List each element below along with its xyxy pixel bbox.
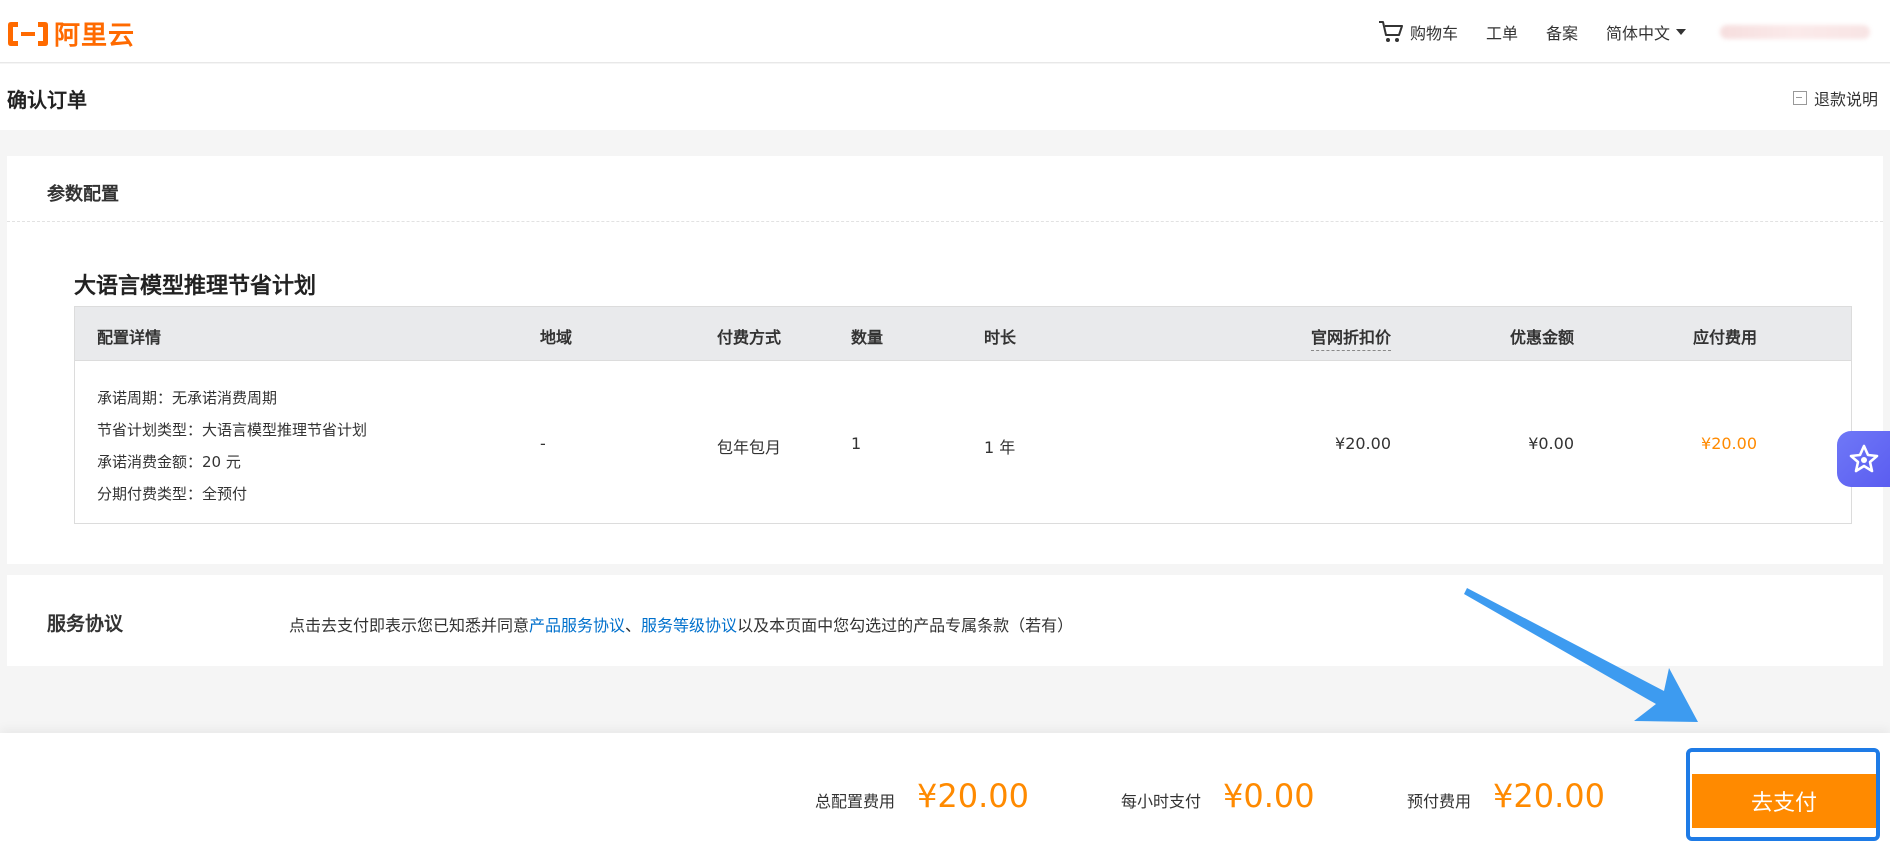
product-name: 大语言模型推理节省计划 <box>74 274 317 299</box>
col-region: 地域 <box>540 328 573 347</box>
order-table: 配置详情 地域 付费方式 数量 时长 官网折扣价 优惠金额 应付费用 承诺周期：… <box>74 306 1852 524</box>
col-duration: 时长 <box>984 328 1017 347</box>
page-header: 确认订单 退款说明 <box>0 64 1890 130</box>
agreement-text-before: 点击去支付即表示您已知悉并同意 <box>289 616 530 635</box>
nav-cart-label: 购物车 <box>1409 23 1458 43</box>
cell-payable: ¥20.00 <box>1701 434 1757 453</box>
cell-billing: 包年包月 <box>717 438 782 457</box>
cell-list-price: ¥20.00 <box>1335 434 1391 453</box>
sla-link[interactable]: 服务等级协议 <box>641 616 737 635</box>
col-payable: 应付费用 <box>1692 328 1757 347</box>
total-fee-label: 总配置费用 <box>815 792 896 811</box>
spec-commit-amount: 承诺消费金额：20 元 <box>97 453 241 471</box>
product-service-agreement-link[interactable]: 产品服务协议 <box>529 616 625 635</box>
agreement-title: 服务协议 <box>47 613 124 635</box>
language-selector[interactable]: 简体中文 <box>1606 20 1686 44</box>
prepay-fee-label: 预付费用 <box>1407 792 1472 811</box>
config-section-title: 参数配置 <box>47 184 119 205</box>
cell-discount: ¥0.00 <box>1528 434 1574 453</box>
spec-commit-period: 承诺周期：无承诺消费周期 <box>97 389 278 407</box>
assistant-icon <box>1849 444 1878 473</box>
refund-info-link[interactable]: 退款说明 <box>1792 86 1878 110</box>
agreement-text: 点击去支付即表示您已知悉并同意产品服务协议、服务等级协议以及本页面中您勾选过的产… <box>289 612 1073 636</box>
top-bar: 阿里云 购物车 工单 备案 简体中文 <box>0 0 1890 63</box>
total-fee-amount: ¥20.00 <box>917 777 1029 815</box>
pay-button[interactable]: 去支付 <box>1692 774 1876 828</box>
table-header: 配置详情 地域 付费方式 数量 时长 官网折扣价 优惠金额 应付费用 <box>75 307 1851 361</box>
hourly-fee: 每小时支付 ¥0.00 <box>1121 777 1315 815</box>
top-nav: 购物车 工单 备案 简体中文 <box>1350 0 1870 63</box>
cell-quantity: 1 <box>851 434 862 453</box>
chevron-down-icon <box>1676 28 1686 35</box>
nav-cart[interactable]: 购物车 <box>1378 20 1458 44</box>
total-fee: 总配置费用 ¥20.00 <box>815 777 1029 815</box>
checkout-footer: 总配置费用 ¥20.00 每小时支付 ¥0.00 预付费用 ¥20.00 <box>0 733 1890 845</box>
agreement-separator: 、 <box>625 616 642 635</box>
cell-region: - <box>540 434 546 453</box>
cart-icon <box>1378 20 1403 42</box>
user-account-redacted[interactable] <box>1720 24 1870 39</box>
agreement-text-after: 以及本页面中您勾选过的产品专属条款（若有） <box>737 616 1074 635</box>
hourly-fee-amount: ¥0.00 <box>1223 777 1315 815</box>
cell-duration: 1 年 <box>984 438 1016 457</box>
refund-icon <box>1792 91 1807 105</box>
col-list-price[interactable]: 官网折扣价 <box>1310 324 1391 351</box>
col-quantity: 数量 <box>851 328 884 347</box>
nav-filing[interactable]: 备案 <box>1546 20 1578 44</box>
col-config-details: 配置详情 <box>97 328 162 347</box>
refund-link-label: 退款说明 <box>1813 90 1878 109</box>
col-billing: 付费方式 <box>717 328 782 347</box>
ai-assistant-button[interactable] <box>1837 431 1890 487</box>
logo-text: 阿里云 <box>54 21 136 51</box>
nav-ticket[interactable]: 工单 <box>1486 20 1518 44</box>
col-discount: 优惠金额 <box>1509 328 1574 347</box>
prepay-fee: 预付费用 ¥20.00 <box>1407 777 1605 815</box>
page-title: 确认订单 <box>7 88 87 112</box>
agreement-card: 服务协议 点击去支付即表示您已知悉并同意产品服务协议、服务等级协议以及本页面中您… <box>7 575 1883 666</box>
col-list-price-label: 官网折扣价 <box>1310 328 1391 351</box>
config-card: 参数配置 大语言模型推理节省计划 配置详情 地域 付费方式 数量 时长 官网折扣… <box>7 156 1883 564</box>
hourly-fee-label: 每小时支付 <box>1121 792 1202 811</box>
aliyun-logo[interactable]: 阿里云 <box>6 15 135 52</box>
spec-plan-type: 节省计划类型：大语言模型推理节省计划 <box>97 421 368 439</box>
divider <box>7 221 1883 222</box>
aliyun-logo-icon <box>6 19 50 49</box>
prepay-fee-amount: ¥20.00 <box>1493 777 1605 815</box>
spec-installment-type: 分期付费类型：全预付 <box>97 485 248 503</box>
language-label: 简体中文 <box>1605 23 1670 43</box>
